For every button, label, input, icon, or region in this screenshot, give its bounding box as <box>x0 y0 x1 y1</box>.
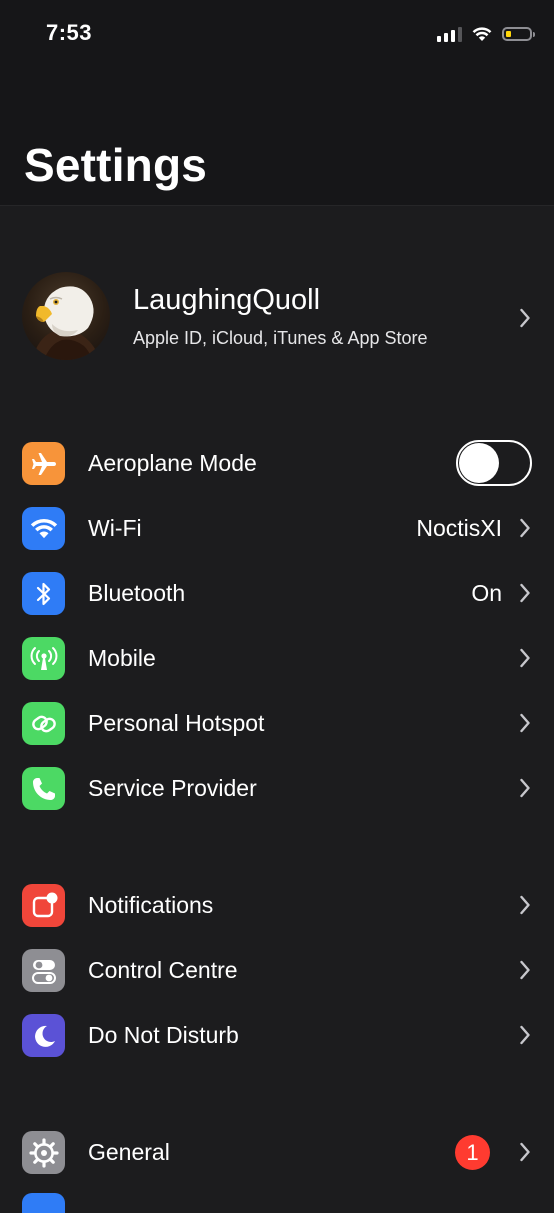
chevron-right-icon <box>520 895 530 915</box>
chevron-right-icon <box>520 308 530 328</box>
settings-row-general[interactable]: General 1 <box>0 1120 554 1185</box>
chevron-right-icon <box>520 583 530 603</box>
chevron-right-icon <box>520 960 530 980</box>
status-time: 7:53 <box>46 20 93 45</box>
antenna-icon <box>22 637 65 680</box>
gear-icon <box>22 1131 65 1174</box>
chevron-right-icon <box>520 713 530 733</box>
battery-icon <box>502 27 535 41</box>
row-label: Aeroplane Mode <box>88 450 257 476</box>
header: Settings <box>0 70 554 206</box>
profile-name: LaughingQuoll <box>133 284 321 316</box>
profile-subtitle: Apple ID, iCloud, iTunes & App Store <box>133 328 428 348</box>
eagle-avatar-icon <box>32 286 100 360</box>
airplane-icon <box>22 442 65 485</box>
chevron-right-icon <box>520 1142 530 1162</box>
aeroplane-mode-toggle[interactable] <box>456 440 532 486</box>
phone-icon <box>22 767 65 810</box>
row-label: Service Provider <box>88 775 257 801</box>
update-badge: 1 <box>455 1135 490 1170</box>
chevron-right-icon <box>520 648 530 668</box>
row-label: Personal Hotspot <box>88 710 265 736</box>
row-label: Notifications <box>88 892 214 918</box>
settings-row-do-not-disturb[interactable]: Do Not Disturb <box>0 1003 554 1068</box>
status-bar: 7:53 <box>0 0 554 70</box>
row-label: Bluetooth <box>88 580 186 606</box>
notifications-icon <box>22 884 65 927</box>
row-label: Wi-Fi <box>88 515 142 541</box>
settings-row-control-centre[interactable]: Control Centre <box>0 938 554 1003</box>
toggle-knob <box>459 443 499 483</box>
hotspot-link-icon <box>22 702 65 745</box>
battery-level <box>506 31 511 37</box>
settings-row-wifi[interactable]: Wi-Fi NoctisXI <box>0 496 554 561</box>
wifi-icon <box>472 26 492 41</box>
row-label: Mobile <box>88 645 156 671</box>
moon-icon <box>22 1014 65 1057</box>
settings-row-service-provider[interactable]: Service Provider <box>0 756 554 821</box>
apple-id-profile-row[interactable]: LaughingQuoll Apple ID, iCloud, iTunes &… <box>0 262 554 374</box>
chevron-right-icon <box>520 518 530 538</box>
chevron-right-icon <box>520 778 530 798</box>
bluetooth-icon <box>22 572 65 615</box>
settings-row-mobile[interactable]: Mobile <box>0 626 554 691</box>
wifi-network-value: NoctisXI <box>416 515 502 541</box>
avatar <box>22 272 110 360</box>
row-label: Do Not Disturb <box>88 1022 239 1048</box>
row-label: Control Centre <box>88 957 238 983</box>
settings-row-aeroplane-mode: Aeroplane Mode <box>0 431 554 496</box>
row-label: General <box>88 1139 170 1165</box>
settings-row-notifications[interactable]: Notifications <box>0 873 554 938</box>
status-icons <box>437 24 535 44</box>
settings-row-personal-hotspot[interactable]: Personal Hotspot <box>0 691 554 756</box>
partial-next-row-icon <box>22 1193 65 1213</box>
page-title: Settings <box>24 139 208 191</box>
control-centre-icon <box>22 949 65 992</box>
cellular-signal-icon <box>437 26 462 42</box>
wifi-icon <box>22 507 65 550</box>
settings-row-bluetooth[interactable]: Bluetooth On <box>0 561 554 626</box>
chevron-right-icon <box>520 1025 530 1045</box>
bluetooth-status-value: On <box>471 580 502 606</box>
